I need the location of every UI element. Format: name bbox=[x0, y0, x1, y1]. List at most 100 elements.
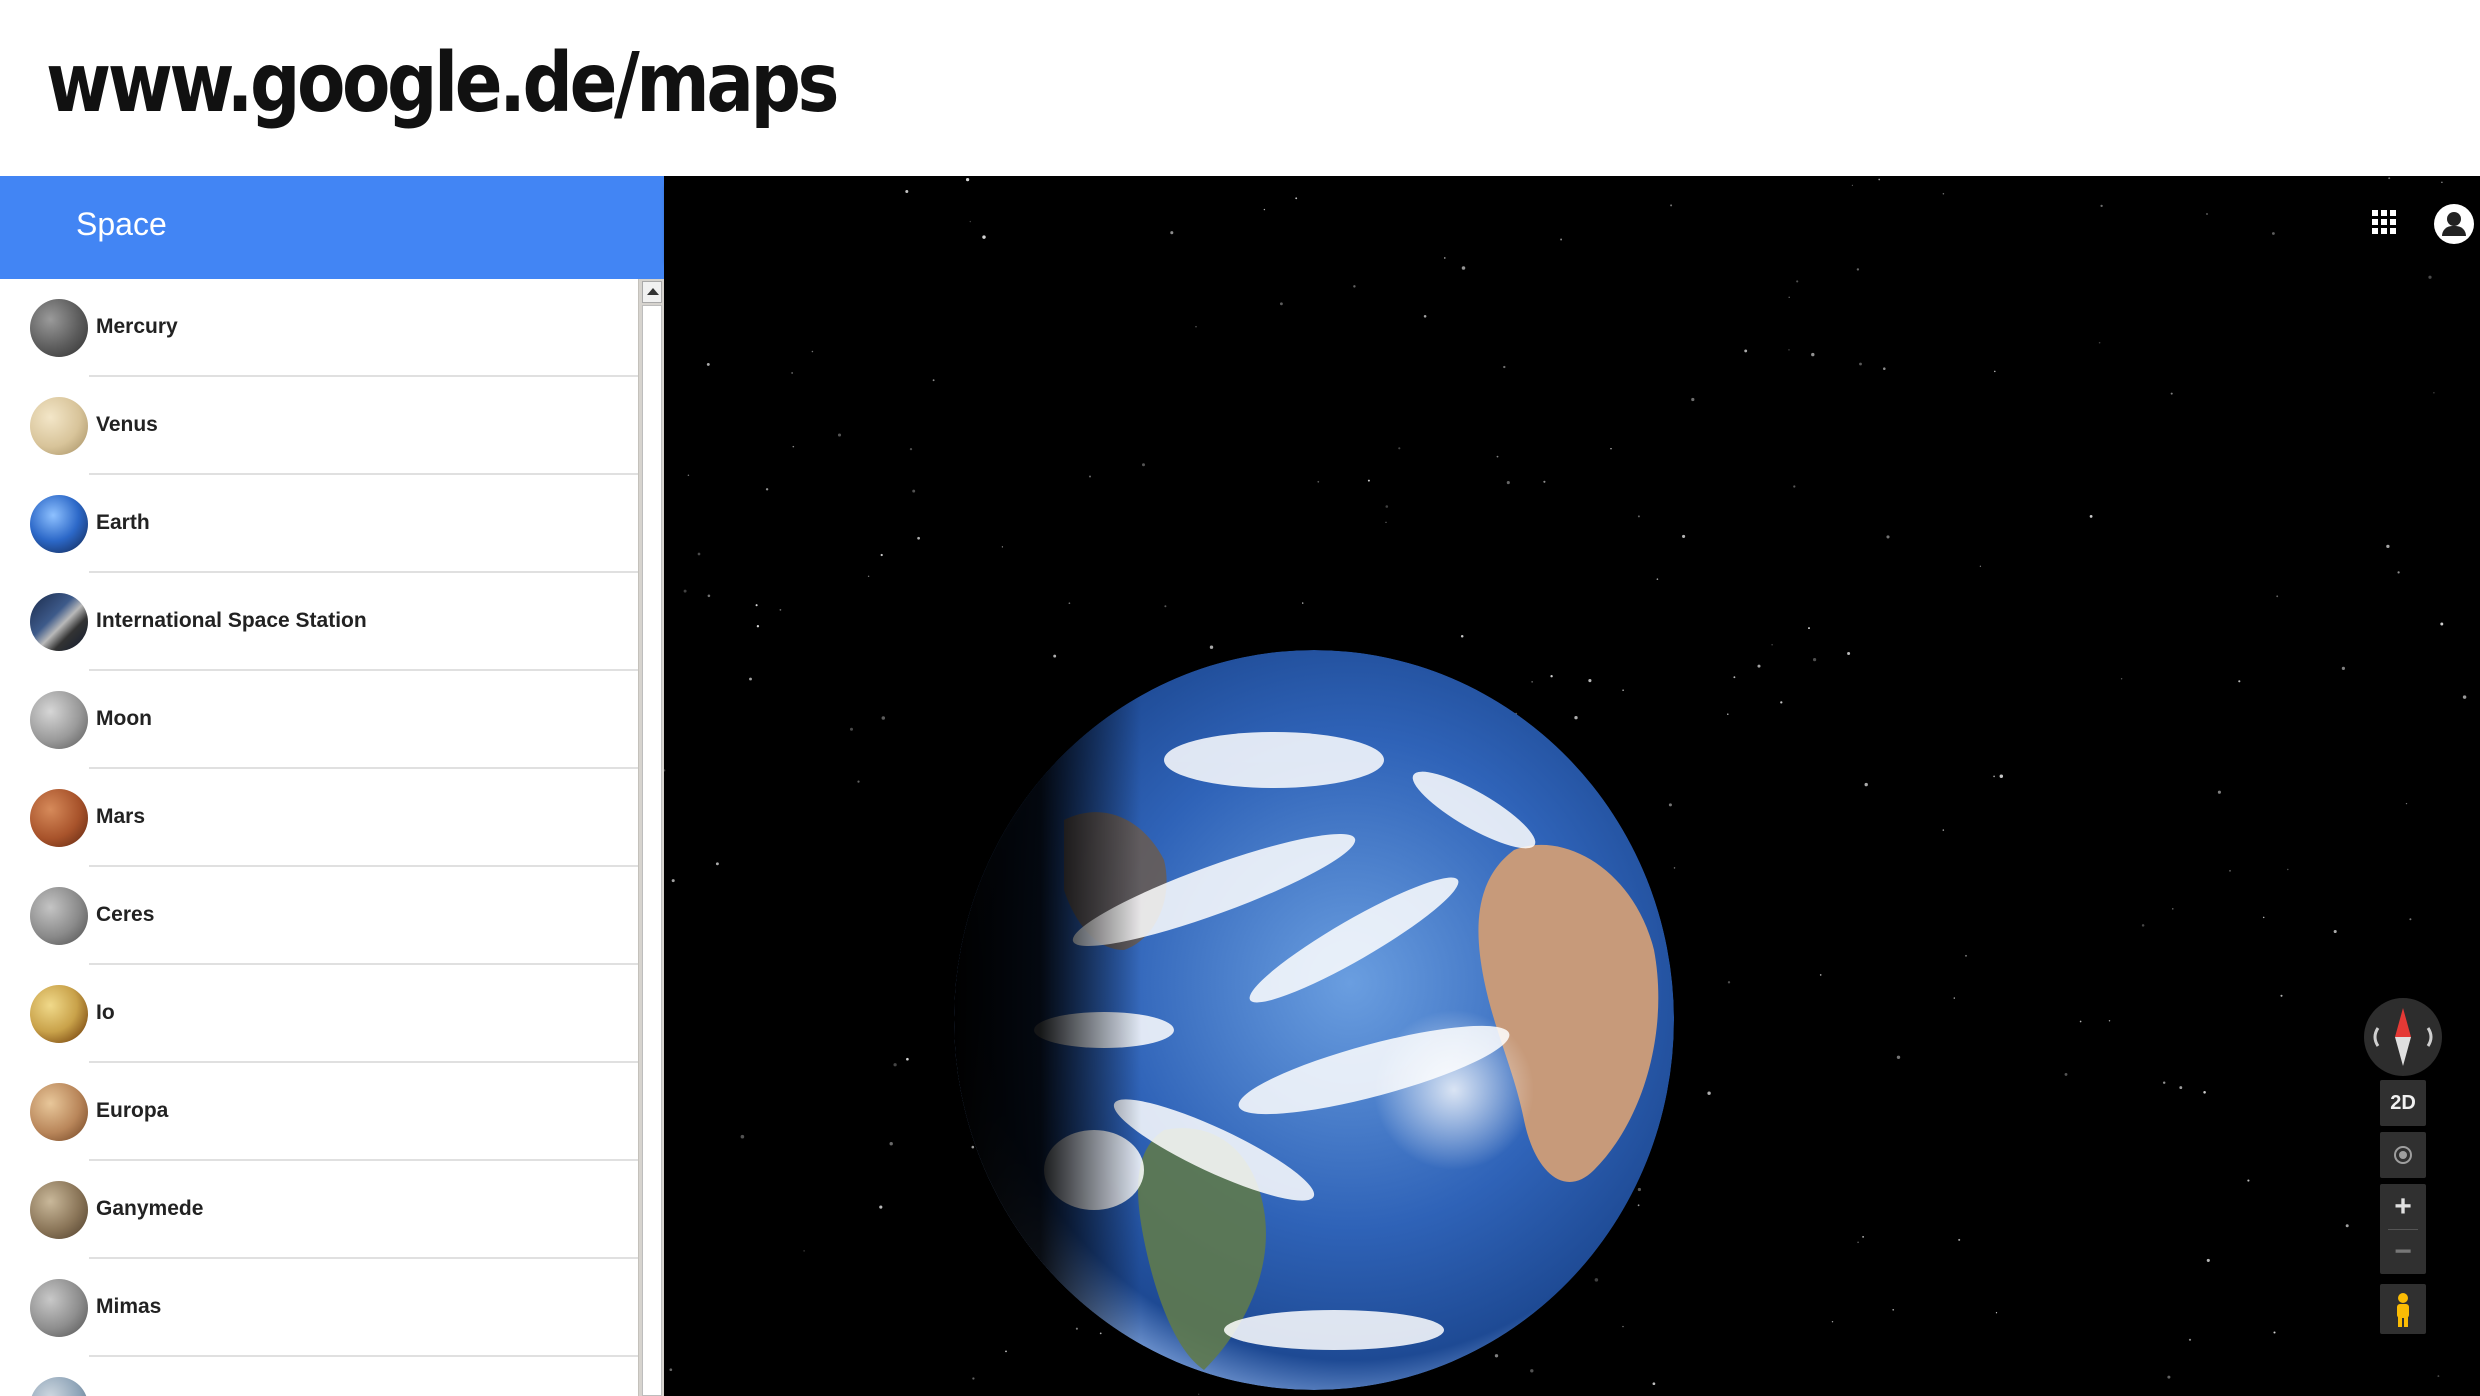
star bbox=[1088, 475, 1092, 478]
zoom-out-button[interactable]: − bbox=[2380, 1229, 2426, 1274]
star bbox=[1496, 455, 1499, 458]
star bbox=[1622, 689, 1624, 692]
star bbox=[1883, 367, 1886, 370]
list-item-io[interactable]: Io bbox=[0, 965, 638, 1063]
list-item-moon[interactable]: Moon bbox=[0, 671, 638, 769]
apps-grid-icon[interactable] bbox=[2364, 202, 2404, 242]
star bbox=[1302, 602, 1304, 604]
star bbox=[971, 1145, 975, 1149]
star bbox=[1574, 716, 1578, 720]
view-2d-label: 2D bbox=[2390, 1092, 2416, 1114]
scroll-thumb[interactable] bbox=[642, 305, 662, 1396]
scroll-up-button[interactable] bbox=[642, 281, 662, 303]
star bbox=[1530, 1369, 1534, 1373]
list-item-label: Mercury bbox=[96, 315, 178, 338]
star bbox=[2388, 177, 2391, 180]
star bbox=[765, 488, 769, 491]
list-item-europa[interactable]: Europa bbox=[0, 1063, 638, 1161]
list-item-label: International Space Station bbox=[96, 609, 367, 632]
star bbox=[2217, 790, 2221, 794]
europa-icon bbox=[30, 1083, 88, 1141]
list-item-label: Europa bbox=[96, 1099, 169, 1122]
star bbox=[965, 177, 970, 182]
star bbox=[1503, 365, 1506, 369]
earth-globe[interactable] bbox=[954, 650, 1674, 1390]
slide-header: www.google.de/maps bbox=[0, 0, 2480, 176]
list-item-venus[interactable]: Venus bbox=[0, 377, 638, 475]
star bbox=[2276, 595, 2279, 598]
map-canvas[interactable]: 2D + − bbox=[664, 176, 2480, 1396]
star bbox=[969, 220, 971, 223]
zoom-in-button[interactable]: + bbox=[2380, 1184, 2426, 1229]
star bbox=[687, 474, 690, 477]
star bbox=[1673, 867, 1676, 869]
list-item-iss[interactable]: International Space Station bbox=[0, 573, 638, 671]
mars-icon bbox=[30, 789, 88, 847]
list-item-partial[interactable] bbox=[0, 1357, 638, 1396]
star bbox=[982, 235, 986, 239]
star bbox=[1543, 480, 1546, 483]
star bbox=[1295, 197, 1298, 200]
star bbox=[1812, 657, 1817, 662]
star bbox=[2238, 680, 2241, 683]
star bbox=[2441, 181, 2443, 184]
list-item-earth[interactable]: Earth bbox=[0, 475, 638, 573]
star bbox=[1494, 1354, 1499, 1358]
star bbox=[909, 447, 913, 451]
star bbox=[1560, 238, 1563, 241]
planet-list: Mercury Venus Earth International Space … bbox=[0, 279, 638, 1396]
star bbox=[906, 1057, 909, 1061]
star bbox=[2172, 908, 2174, 910]
star bbox=[2120, 678, 2123, 680]
star bbox=[1727, 713, 1729, 715]
star bbox=[1385, 521, 1387, 523]
account-icon[interactable] bbox=[2434, 204, 2474, 244]
star bbox=[1819, 974, 1822, 976]
star bbox=[749, 677, 752, 681]
star bbox=[1953, 997, 1955, 999]
star bbox=[2188, 1338, 2192, 1341]
pegman-button[interactable] bbox=[2380, 1284, 2426, 1334]
planet-icon bbox=[30, 1377, 88, 1396]
ganymede-icon bbox=[30, 1181, 88, 1239]
list-item-ceres[interactable]: Ceres bbox=[0, 867, 638, 965]
star bbox=[2141, 924, 2145, 927]
view-2d-button[interactable]: 2D bbox=[2380, 1080, 2426, 1126]
list-item-mimas[interactable]: Mimas bbox=[0, 1259, 638, 1357]
star bbox=[1170, 231, 1174, 235]
star bbox=[2162, 1081, 2166, 1084]
star bbox=[2167, 1375, 2171, 1379]
venus-icon bbox=[30, 397, 88, 455]
star bbox=[893, 1063, 897, 1067]
star bbox=[1460, 634, 1464, 638]
list-item-mars[interactable]: Mars bbox=[0, 769, 638, 867]
list-item-label: Ceres bbox=[96, 903, 155, 926]
sidebar-panel: Space Mercury Venus Earth International … bbox=[0, 176, 664, 1396]
star bbox=[917, 536, 920, 540]
star bbox=[1398, 447, 1401, 450]
star bbox=[1423, 315, 1427, 318]
list-item-label: Earth bbox=[96, 511, 150, 534]
star bbox=[697, 552, 701, 556]
star bbox=[2272, 232, 2275, 235]
star bbox=[1198, 1393, 1200, 1395]
star bbox=[857, 780, 860, 783]
star bbox=[740, 1134, 745, 1139]
list-item-mercury[interactable]: Mercury bbox=[0, 279, 638, 377]
list-item-ganymede[interactable]: Ganymede bbox=[0, 1161, 638, 1259]
my-location-button[interactable] bbox=[2380, 1132, 2426, 1178]
star bbox=[867, 575, 870, 578]
compass-icon[interactable] bbox=[2364, 998, 2442, 1076]
star bbox=[1771, 644, 1773, 646]
star bbox=[2206, 213, 2208, 215]
star bbox=[779, 609, 782, 611]
star bbox=[2179, 1086, 2183, 1090]
star bbox=[2462, 695, 2467, 699]
sidebar-scrollbar[interactable] bbox=[638, 279, 664, 1396]
star bbox=[1942, 193, 1945, 195]
sidebar-title: Space bbox=[76, 206, 167, 242]
star bbox=[1652, 1382, 1656, 1386]
list-item-label: Venus bbox=[96, 413, 158, 436]
star bbox=[2079, 1020, 2082, 1023]
star bbox=[1550, 675, 1553, 678]
